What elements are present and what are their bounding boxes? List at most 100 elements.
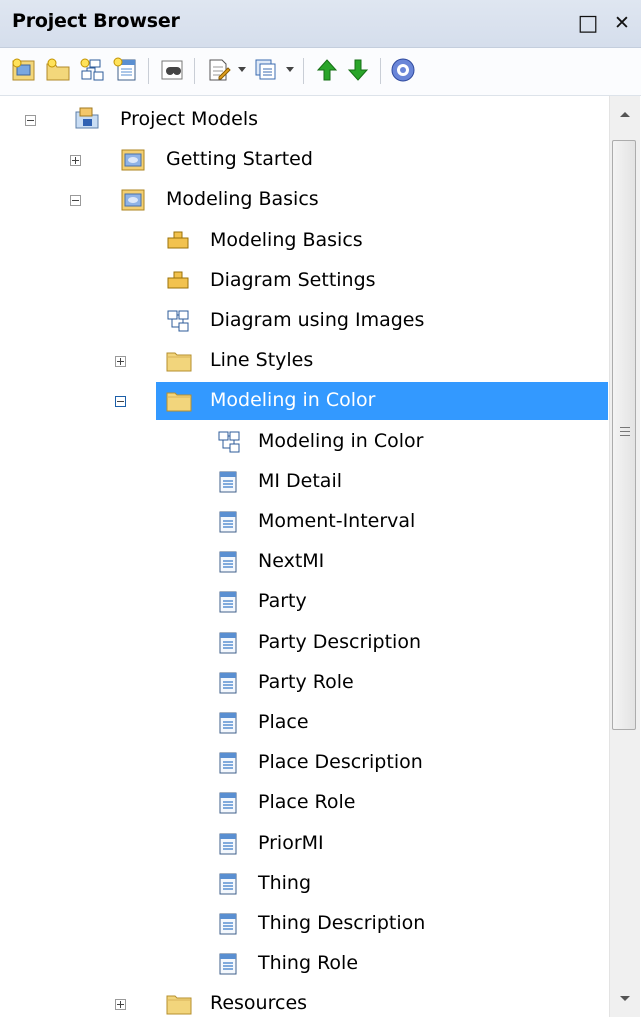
tree-item-label: Modeling Basics: [166, 188, 319, 211]
toolbar-separator: [380, 58, 381, 84]
document-icon[interactable]: [205, 57, 231, 83]
tree-item-label: Place Role: [258, 791, 356, 814]
new-diagram-icon[interactable]: [79, 57, 105, 83]
class-element-icon: [217, 471, 241, 493]
class-element-icon: [217, 591, 241, 613]
tree-item-label: Diagram Settings: [210, 268, 376, 291]
class-element-icon: [217, 511, 241, 533]
folder-icon: [166, 390, 192, 412]
tree-item-label: Project Models: [120, 108, 258, 130]
tree-row[interactable]: NextMI: [12, 543, 608, 581]
project-tree: Project Models Getting Started Modeling Ba…: [12, 96, 608, 1017]
tree-row[interactable]: Modeling Basics: [12, 181, 608, 219]
collapse-icon[interactable]: [70, 195, 81, 207]
tree-row[interactable]: Party Role: [12, 664, 608, 702]
reports-icon[interactable]: [253, 57, 279, 83]
class-element-icon: [217, 873, 241, 895]
tree-item-label: PriorMI: [258, 831, 324, 854]
tree-item-label: Party Role: [258, 670, 354, 693]
class-diagram-icon: [166, 310, 190, 332]
tree-row[interactable]: Diagram Settings: [12, 262, 608, 300]
scrollbar-thumb[interactable]: [612, 140, 636, 730]
scroll-down-icon[interactable]: [620, 996, 630, 1001]
toolbar-separator: [148, 58, 149, 84]
new-package-icon[interactable]: [11, 57, 37, 83]
grip-line: [620, 431, 630, 432]
package-diagram-icon: [166, 270, 190, 292]
help-icon[interactable]: [390, 57, 416, 83]
tree-row[interactable]: Line Styles: [12, 342, 608, 380]
tree-item-label: Thing: [258, 871, 312, 894]
tree-item-label: Moment-Interval: [258, 510, 416, 532]
expand-icon[interactable]: [115, 356, 126, 368]
tree-item-label: MI Detail: [258, 469, 343, 492]
class-element-icon: [217, 913, 241, 935]
tree-item-label: Modeling in Color: [258, 429, 424, 452]
model-package-icon: [121, 189, 145, 211]
vertical-scrollbar[interactable]: [609, 96, 640, 1017]
move-down-icon[interactable]: [345, 57, 371, 83]
model-package-icon: [121, 149, 145, 171]
toolbar: [0, 48, 641, 96]
class-element-icon: [217, 833, 241, 855]
grip-line: [620, 427, 630, 428]
tree-row[interactable]: Project Models: [12, 101, 608, 139]
tree-row[interactable]: Thing: [12, 865, 608, 903]
tree-row[interactable]: Thing Role: [12, 945, 608, 983]
toolbar-separator: [194, 58, 195, 84]
tree-row[interactable]: MI Detail: [12, 463, 608, 501]
class-element-icon: [217, 672, 241, 694]
tree-item-label: Party: [258, 590, 307, 613]
tree-row[interactable]: Place Role: [12, 784, 608, 822]
class-element-icon: [217, 632, 241, 654]
tree-row[interactable]: Place Description: [12, 744, 608, 782]
dropdown-arrow-icon[interactable]: [286, 67, 294, 72]
expand-icon[interactable]: [70, 155, 81, 167]
tree-item-label: NextMI: [258, 550, 325, 573]
tree-row[interactable]: PriorMI: [12, 825, 608, 863]
expand-icon[interactable]: [115, 999, 126, 1011]
class-element-icon: [217, 551, 241, 573]
class-diagram-icon: [217, 431, 241, 453]
toolbar-separator: [303, 58, 304, 84]
close-button[interactable]: ✕: [608, 6, 636, 40]
grip-line: [620, 435, 630, 436]
tree-item-label: Getting Started: [166, 148, 313, 171]
tree-row[interactable]: Thing Description: [12, 905, 608, 943]
tree-row[interactable]: Party: [12, 583, 608, 621]
tree-item-label: Line Styles: [210, 349, 314, 372]
scroll-up-icon[interactable]: [620, 112, 630, 117]
tree-item-label: Place Description: [258, 751, 423, 774]
dropdown-arrow-icon[interactable]: [238, 67, 246, 72]
tree-row[interactable]: Diagram using Images: [12, 302, 608, 340]
tree-item-label: Resources: [210, 992, 308, 1015]
panel-titlebar: Project Browser □ ✕: [0, 0, 641, 48]
restore-button[interactable]: □: [574, 6, 602, 40]
new-element-icon[interactable]: [113, 57, 139, 83]
folder-icon: [166, 350, 192, 372]
tree-item-label: Place: [258, 711, 309, 733]
class-element-icon: [217, 953, 241, 975]
class-element-icon: [217, 792, 241, 814]
tree-row[interactable]: Place: [12, 704, 608, 742]
tree-item-label: Thing Description: [258, 912, 426, 934]
tree-item-label: Modeling Basics: [210, 228, 363, 251]
collapse-icon[interactable]: [25, 115, 36, 126]
new-view-icon[interactable]: [45, 57, 71, 83]
tree-row[interactable]: Modeling in Color: [115, 382, 608, 421]
tree-item-label: Diagram using Images: [210, 309, 425, 331]
tree-row[interactable]: Getting Started: [12, 141, 608, 179]
class-element-icon: [217, 752, 241, 774]
tree-row[interactable]: Moment-Interval: [12, 503, 608, 541]
panel-title: Project Browser: [12, 10, 180, 32]
folder-icon: [166, 993, 192, 1015]
tree-item-label: Modeling in Color: [210, 389, 376, 412]
tree-row[interactable]: Resources: [12, 985, 608, 1017]
move-up-icon[interactable]: [314, 57, 340, 83]
tree-row[interactable]: Party Description: [12, 624, 608, 662]
collapse-icon[interactable]: [115, 396, 126, 408]
tree-row[interactable]: Modeling Basics: [12, 222, 608, 260]
package-diagram-icon: [166, 230, 190, 252]
find-icon[interactable]: [160, 57, 186, 83]
tree-row[interactable]: Modeling in Color: [12, 423, 608, 461]
